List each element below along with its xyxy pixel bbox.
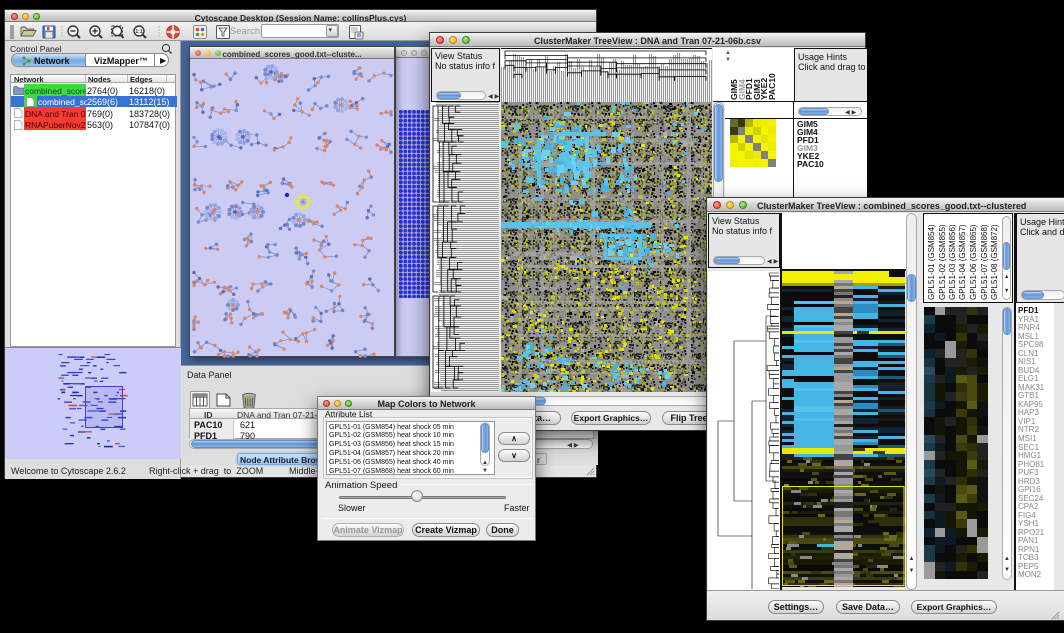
svg-text:1:1: 1:1 <box>135 29 142 35</box>
